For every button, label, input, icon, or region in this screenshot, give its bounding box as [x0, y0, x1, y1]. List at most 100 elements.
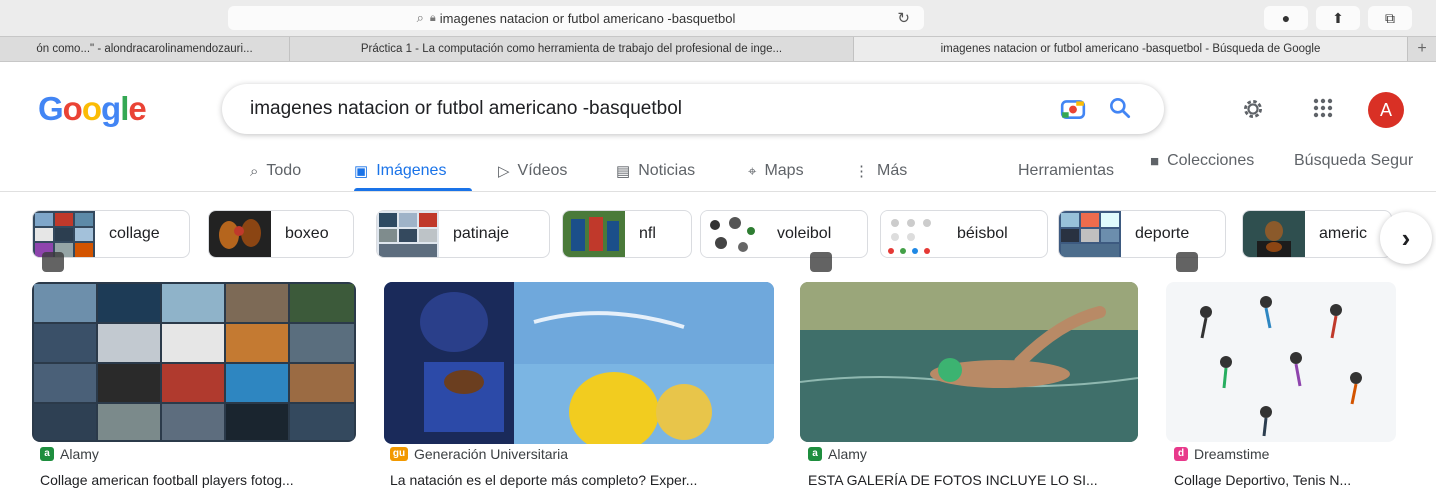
address-text: imagenes natacion or futbol americano -b…	[439, 10, 736, 26]
safesearch-label: Búsqueda Segur	[1294, 152, 1414, 169]
chip-thumbnail	[377, 211, 439, 257]
search-box[interactable]: imagenes natacion or futbol americano -b…	[222, 84, 1164, 134]
image-badge-icon	[1176, 252, 1198, 272]
map-pin-icon: ⌖	[748, 162, 757, 180]
apps-grid-icon[interactable]	[1312, 97, 1334, 119]
tools-label: Herramientas	[1018, 162, 1115, 179]
browser-toolbar: ⌕ 🔒︎ imagenes natacion or futbol america…	[0, 0, 1436, 36]
search-icon: ⌕	[250, 162, 259, 180]
browser-tab-bar: ón como..." - alondracarolinamendozauri.…	[0, 36, 1436, 62]
play-icon: ▷	[498, 163, 510, 180]
result-source[interactable]: a Alamy	[808, 446, 867, 462]
favicon-icon: a	[40, 447, 54, 461]
browser-tab[interactable]: ón como..." - alondracarolinamendozauri.…	[0, 37, 290, 61]
collections-label: Colecciones	[1167, 152, 1255, 169]
result-source[interactable]: a Alamy	[40, 446, 99, 462]
record-icon: ●	[1281, 10, 1291, 26]
source-label: Alamy	[828, 446, 867, 462]
lock-icon: 🔒︎	[429, 11, 436, 24]
tab-label: Más	[877, 162, 908, 179]
chip-label: collage	[109, 225, 160, 242]
favicon-icon: a	[808, 447, 822, 461]
chip-label: deporte	[1135, 225, 1190, 242]
chip-label: patinaje	[453, 225, 510, 242]
search-icon[interactable]	[1107, 95, 1133, 121]
tab-overview-button[interactable]: ⧉	[1368, 6, 1412, 30]
extension-button[interactable]: ●	[1264, 6, 1308, 30]
chip-thumbnail	[881, 211, 943, 257]
logo-letter: g	[101, 90, 121, 127]
address-bar[interactable]: ⌕ 🔒︎ imagenes natacion or futbol america…	[228, 6, 924, 30]
chip-deporte[interactable]: deporte	[1058, 210, 1226, 258]
result-source[interactable]: d Dreamstime	[1174, 446, 1269, 462]
tools-button[interactable]: Herramientas	[1018, 162, 1114, 180]
chip-patinaje[interactable]: patinaje	[376, 210, 550, 258]
chip-label: voleibol	[777, 225, 832, 242]
collections-button[interactable]: ■ Colecciones	[1150, 152, 1254, 170]
chip-label: boxeo	[285, 225, 329, 242]
result-title[interactable]: ESTA GALERÍA DE FOTOS INCLUYE LO SI...	[808, 472, 1138, 488]
favicon-icon: gu	[390, 447, 408, 461]
result-image[interactable]	[32, 282, 356, 442]
chip-americ[interactable]: americ	[1242, 210, 1392, 258]
chip-thumbnail	[563, 211, 625, 257]
safesearch-button[interactable]: Búsqueda Segur	[1294, 152, 1413, 170]
tab-todo[interactable]: ⌕ Todo	[250, 162, 301, 180]
source-label: Generación Universitaria	[414, 446, 569, 462]
result-image[interactable]	[384, 282, 774, 444]
active-tab-indicator	[354, 188, 472, 191]
result-title[interactable]: La natación es el deporte más completo? …	[390, 472, 770, 488]
browser-tab[interactable]: Práctica 1 - La computación como herrami…	[290, 37, 854, 61]
chip-collage[interactable]: collage	[32, 210, 190, 258]
tabs-icon: ⧉	[1385, 9, 1395, 26]
result-source[interactable]: gu Generación Universitaria	[390, 446, 568, 462]
share-icon: ⬆︎	[1332, 9, 1344, 26]
source-label: Dreamstime	[1194, 446, 1270, 462]
result-title[interactable]: Collage american football players fotog.…	[40, 472, 360, 488]
tab-label: Imágenes	[376, 162, 447, 179]
tab-label: Todo	[266, 162, 302, 179]
chip-label: béisbol	[957, 225, 1008, 242]
tab-videos[interactable]: ▷ Vídeos	[498, 162, 567, 180]
tab-imagenes[interactable]: ▣ Imágenes	[354, 162, 446, 180]
tab-maps[interactable]: ⌖ Maps	[748, 162, 804, 180]
search-icon: ⌕	[416, 10, 424, 25]
chip-label: nfl	[639, 225, 656, 242]
image-badge-icon	[810, 252, 832, 272]
chip-nfl[interactable]: nfl	[562, 210, 692, 258]
tab-mas[interactable]: ⋮ Más	[854, 162, 907, 180]
chip-boxeo[interactable]: boxeo	[208, 210, 354, 258]
image-badge-icon	[42, 252, 64, 272]
bookmark-icon: ■	[1150, 152, 1160, 170]
result-image[interactable]	[1166, 282, 1396, 442]
chip-voleibol[interactable]: voleibol	[700, 210, 868, 258]
result-image[interactable]	[800, 282, 1138, 442]
logo-letter: o	[62, 90, 83, 127]
logo-letter: o	[81, 90, 102, 127]
tab-noticias[interactable]: ▤ Noticias	[616, 162, 695, 180]
chip-thumbnail	[701, 211, 763, 257]
google-logo[interactable]: Google	[38, 90, 147, 128]
tab-label: Noticias	[638, 162, 696, 179]
browser-tab-active[interactable]: imagenes natacion or futbol americano -b…	[854, 37, 1408, 61]
chip-beisbol[interactable]: béisbol	[880, 210, 1048, 258]
source-label: Alamy	[60, 446, 99, 462]
gear-icon[interactable]	[1240, 96, 1266, 122]
new-tab-button[interactable]: +	[1408, 37, 1436, 61]
tab-label: Maps	[764, 162, 804, 179]
avatar[interactable]: A	[1368, 92, 1404, 128]
result-title[interactable]: Collage Deportivo, Tenis N...	[1174, 472, 1404, 488]
share-button[interactable]: ⬆︎	[1316, 6, 1360, 30]
tab-label: Vídeos	[517, 162, 568, 179]
logo-letter: G	[38, 90, 64, 127]
chevron-right-icon[interactable]: ›	[1380, 212, 1432, 264]
chip-thumbnail	[1243, 211, 1305, 257]
search-input[interactable]: imagenes natacion or futbol americano -b…	[250, 98, 682, 120]
chip-label: americ	[1319, 225, 1368, 242]
chip-thumbnail	[209, 211, 271, 257]
news-icon: ▤	[616, 163, 631, 180]
chip-thumbnail	[1059, 211, 1121, 257]
camera-search-icon[interactable]	[1060, 96, 1086, 122]
favicon-icon: d	[1174, 447, 1188, 461]
reload-icon[interactable]: ↻	[897, 9, 910, 27]
